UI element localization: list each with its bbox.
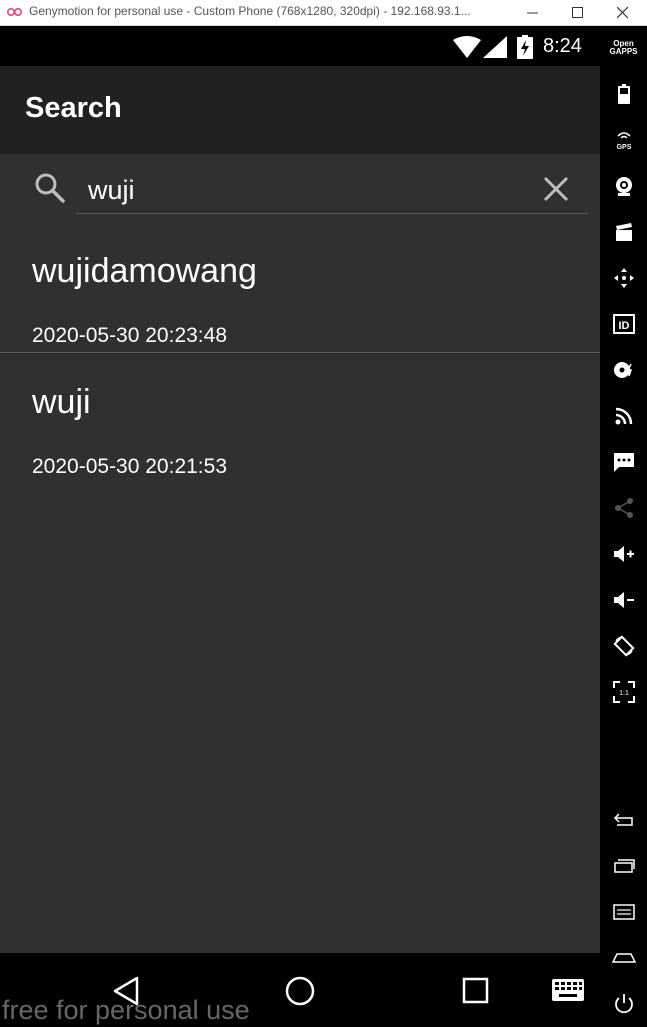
phone-screen: 8:24 Search wujidamowang 2020-05-30 20:2… xyxy=(0,26,600,1027)
open-gapps-sublabel: GAPPS xyxy=(609,47,638,56)
results-list: wujidamowang 2020-05-30 20:23:48 wuji 20… xyxy=(0,222,600,484)
battery-icon xyxy=(617,84,630,104)
maximize-button[interactable] xyxy=(556,0,600,26)
webcam-icon xyxy=(615,177,632,196)
clapperboard-icon xyxy=(615,223,632,241)
dpad-tool-button[interactable] xyxy=(600,258,647,298)
window-title: Genymotion for personal use - Custom Pho… xyxy=(29,4,471,18)
search-bar xyxy=(0,154,600,222)
minimize-icon xyxy=(527,12,538,14)
clear-search-button[interactable] xyxy=(541,174,571,204)
close-window-button[interactable] xyxy=(601,0,645,26)
recent-apps-icon xyxy=(613,859,635,873)
maximize-icon xyxy=(572,7,583,18)
id-icon: ID xyxy=(612,314,635,334)
recent-apps-tool-button[interactable] xyxy=(600,846,647,886)
home-tool-button[interactable] xyxy=(600,938,647,978)
battery-tool-button[interactable] xyxy=(600,74,647,114)
close-icon xyxy=(617,7,629,19)
wifi-icon xyxy=(453,36,481,58)
recents-icon xyxy=(462,977,489,1004)
watermark: free for personal use xyxy=(2,995,250,1025)
app-bar: Search xyxy=(0,66,600,154)
emulator-toolbar: Open GAPPS GPS ID 1:1 xyxy=(600,26,647,1027)
gps-icon: GPS xyxy=(616,132,631,150)
volume-down-icon xyxy=(613,592,634,608)
result-date: 2020-05-30 20:21:53 xyxy=(32,455,227,478)
pixel-perfect-button[interactable]: 1:1 xyxy=(600,672,647,712)
result-name: wuji xyxy=(32,383,91,421)
svg-text:1:1: 1:1 xyxy=(619,690,629,697)
home-outline-icon xyxy=(611,953,636,963)
disk-icon xyxy=(613,362,632,378)
svg-text:ID: ID xyxy=(618,320,629,332)
search-input[interactable] xyxy=(76,168,588,214)
svg-text:GPS: GPS xyxy=(616,144,631,150)
webcam-tool-button[interactable] xyxy=(600,166,647,206)
list-item[interactable]: wujidamowang 2020-05-30 20:23:48 xyxy=(0,222,600,353)
power-icon xyxy=(614,994,633,1014)
fullscreen-icon: 1:1 xyxy=(612,681,635,703)
page-title: Search xyxy=(25,92,122,124)
battery-charging-icon xyxy=(517,35,533,59)
close-icon xyxy=(543,176,569,202)
status-time: 8:24 xyxy=(543,35,582,57)
list-item[interactable]: wuji 2020-05-30 20:21:53 xyxy=(0,353,600,484)
keyboard-icon xyxy=(552,979,584,1001)
device-id-tool-button[interactable]: ID xyxy=(600,304,647,344)
search-icon xyxy=(35,173,65,203)
share-icon xyxy=(614,498,633,518)
power-button[interactable] xyxy=(600,984,647,1024)
rotate-button[interactable] xyxy=(600,626,647,666)
recents-button[interactable] xyxy=(435,953,515,1027)
minimize-button[interactable] xyxy=(511,0,555,26)
volume-down-button[interactable] xyxy=(600,580,647,620)
rss-icon xyxy=(615,407,632,425)
genymotion-logo-icon xyxy=(6,7,23,17)
disk-io-tool-button[interactable] xyxy=(600,350,647,390)
result-name: wujidamowang xyxy=(32,252,257,290)
menu-icon xyxy=(612,904,635,920)
message-icon xyxy=(613,453,634,472)
window-title-bar: Genymotion for personal use - Custom Pho… xyxy=(0,0,647,26)
result-date: 2020-05-30 20:23:48 xyxy=(32,324,227,347)
home-button[interactable] xyxy=(260,953,340,1027)
sms-tool-button[interactable] xyxy=(600,442,647,482)
share-tool-button[interactable] xyxy=(600,488,647,528)
open-gapps-button[interactable]: Open GAPPS xyxy=(600,40,647,56)
volume-up-button[interactable] xyxy=(600,534,647,574)
capture-tool-button[interactable] xyxy=(600,212,647,252)
back-tool-button[interactable] xyxy=(600,800,647,840)
keyboard-button[interactable] xyxy=(528,953,600,1027)
back-arrow-icon xyxy=(613,813,633,826)
status-bar: 8:24 xyxy=(0,26,600,66)
signal-icon xyxy=(483,36,507,58)
gps-tool-button[interactable]: GPS xyxy=(600,120,647,160)
dpad-icon xyxy=(613,268,634,288)
rotate-icon xyxy=(612,635,635,657)
home-icon xyxy=(285,976,315,1006)
menu-tool-button[interactable] xyxy=(600,892,647,932)
volume-up-icon xyxy=(613,546,634,562)
network-tool-button[interactable] xyxy=(600,396,647,436)
